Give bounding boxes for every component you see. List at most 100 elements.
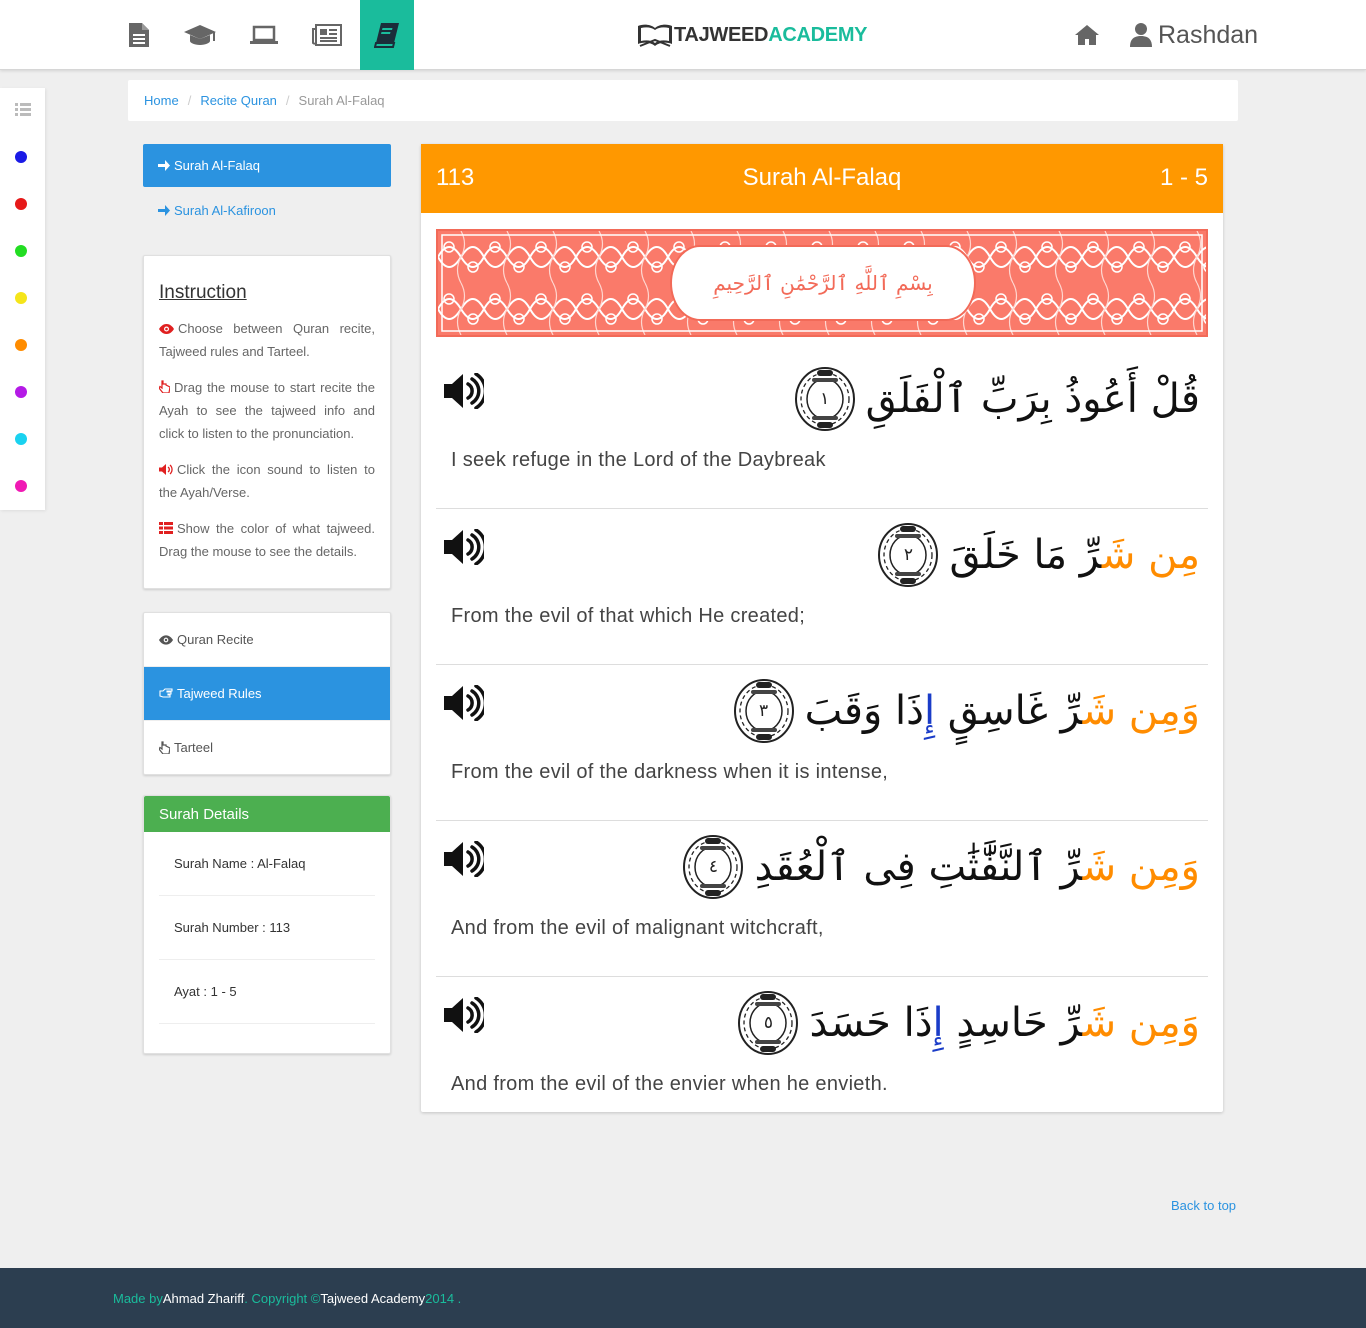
back-to-top-link[interactable]: Back to top [1171, 1198, 1236, 1213]
breadcrumb: Home / Recite Quran / Surah Al-Falaq [128, 80, 1238, 121]
tajweed-highlight[interactable]: إِ [933, 1000, 944, 1046]
ayah-arabic-text[interactable]: وَمِن شَرِّ غَاسِقٍ إِذَا وَقَبَ ٣ [733, 669, 1200, 753]
ayah-row[interactable]: وَمِن شَرِّ حَاسِدٍ إِذَا حَسَدَ ٥ And fro… [436, 977, 1208, 1133]
home-button[interactable] [1072, 20, 1102, 50]
nav-news-button[interactable] [300, 0, 354, 70]
ayah-segment[interactable]: رِّ مَا خَلَقَ [949, 532, 1101, 578]
table-list-icon [159, 522, 173, 534]
ayah-segment[interactable]: رِّ غَاسِقٍ [935, 688, 1083, 734]
user-icon [1130, 23, 1152, 47]
speaker-icon [444, 684, 488, 722]
tajweed-color-dot[interactable] [15, 198, 27, 210]
tajweed-highlight[interactable]: وَمِن [1129, 1000, 1200, 1046]
breadcrumb-current: Surah Al-Falaq [298, 93, 385, 108]
bismillah-text: بِسْمِ ٱللَّهِ ٱلرَّحْمَٰنِ ٱلرَّحِيمِ [713, 271, 933, 295]
ayah-number-medallion: ١ [794, 366, 856, 432]
tajweed-highlight[interactable]: شَ [1083, 1000, 1129, 1046]
ayah-row[interactable]: وَمِن شَرِّ ٱلنَّفَّٰثَٰتِ فِى ٱلْعُقَدِ… [436, 821, 1208, 977]
footer-copyright: . Copyright © [244, 1290, 321, 1306]
ayah-segment[interactable]: قُلْ أَعُوذُ بِرَبِّ ٱلْفَلَقِ [866, 376, 1200, 422]
hand-pointer-icon [159, 741, 170, 754]
ayah-verse[interactable]: وَمِن شَرِّ حَاسِدٍ إِذَا حَسَدَ [809, 1000, 1200, 1046]
instruction-text: Click the icon sound to listen to the Ay… [159, 462, 375, 500]
brand-name-part2: ACADEMY [768, 23, 868, 46]
nav-laptop-button[interactable] [237, 0, 291, 70]
tajweed-highlight[interactable]: شَ [1083, 688, 1129, 734]
ayah-number-medallion: ٣ [733, 678, 795, 744]
play-ayah-button[interactable] [444, 996, 488, 1034]
tajweed-highlight[interactable]: إِ [924, 688, 935, 734]
surah-card-header: Surah Al-Falaq 113 1 - 5 [421, 144, 1223, 213]
ayah-verse[interactable]: وَمِن شَرِّ ٱلنَّفَّٰثَٰتِ فِى ٱلْعُقَدِ [754, 844, 1200, 890]
mode-quran-recite[interactable]: Quran Recite [144, 613, 390, 667]
ayah-number: ٢ [903, 545, 914, 565]
surah-card: Surah Al-Falaq 113 1 - 5 بِسْمِ ٱللَّهِ … [421, 144, 1223, 1112]
tajweed-color-dot[interactable] [15, 339, 27, 351]
tajweed-highlight[interactable]: مِن [1148, 532, 1200, 578]
ayah-segment[interactable]: رِّ حَاسِدٍ [944, 1000, 1082, 1046]
ayah-translation: And from the evil of malignant witchcraf… [451, 917, 824, 939]
tajweed-highlight[interactable]: شَ [1083, 844, 1129, 890]
tajweed-color-dot[interactable] [15, 292, 27, 304]
ayah-arabic-text[interactable]: مِن شَرِّ مَا خَلَقَ ٢ [877, 513, 1200, 597]
surah-details-panel: Surah Details Surah Name : Al-Falaq Sura… [143, 795, 391, 1054]
tajweed-color-dot[interactable] [15, 433, 27, 445]
speaker-icon [444, 528, 488, 566]
bismillah-frame: بِسْمِ ٱللَّهِ ٱلرَّحْمَٰنِ ٱلرَّحِيمِ [670, 245, 976, 321]
user-menu[interactable]: Rashdan [1130, 18, 1258, 52]
ayah-row[interactable]: وَمِن شَرِّ غَاسِقٍ إِذَا وَقَبَ ٣ From th… [436, 665, 1208, 821]
tajweed-color-dot[interactable] [15, 480, 27, 492]
footer-org[interactable]: Tajweed Academy [320, 1291, 425, 1306]
footer-author[interactable]: Ahmad Zhariff [163, 1291, 244, 1306]
ayah-row[interactable]: مِن شَرِّ مَا خَلَقَ ٢ From the evil of th… [436, 509, 1208, 665]
tajweed-color-dot[interactable] [15, 386, 27, 398]
play-ayah-button[interactable] [444, 528, 488, 566]
brand-logo[interactable]: TAJWEED ACADEMY [636, 20, 868, 50]
tajweed-highlight[interactable]: وَمِن [1129, 844, 1200, 890]
nav-quran-button[interactable] [360, 0, 414, 70]
ayah-arabic-text[interactable]: وَمِن شَرِّ ٱلنَّفَّٰثَٰتِ فِى ٱلْعُقَدِ… [682, 825, 1200, 909]
surah-link-al-falaq[interactable]: Surah Al-Falaq [143, 144, 391, 187]
ayah-translation: And from the evil of the envier when he … [451, 1073, 888, 1095]
ayah-segment[interactable]: ذَا حَسَدَ [809, 1000, 932, 1046]
breadcrumb-separator: / [285, 93, 290, 108]
nav-learning-button[interactable] [173, 0, 227, 70]
ayah-verse[interactable]: وَمِن شَرِّ غَاسِقٍ إِذَا وَقَبَ [805, 688, 1200, 734]
play-ayah-button[interactable] [444, 684, 488, 722]
brand-name-part1: TAJWEED [674, 23, 769, 46]
ayah-verse[interactable]: مِن شَرِّ مَا خَلَقَ [949, 532, 1200, 578]
ayah-row[interactable]: قُلْ أَعُوذُ بِرَبِّ ٱلْفَلَقِ ١ I seek re… [436, 353, 1208, 509]
tajweed-color-dot[interactable] [15, 151, 27, 163]
ayah-segment[interactable]: ذَا وَقَبَ [805, 688, 924, 734]
surah-name-row: Surah Name : Al-Falaq [159, 832, 375, 896]
mode-tarteel[interactable]: Tarteel [144, 721, 390, 774]
ayah-range: 1 - 5 [1159, 164, 1208, 191]
surah-number-row: Surah Number : 113 [159, 896, 375, 960]
tajweed-highlight[interactable]: شَ [1102, 532, 1148, 578]
ayah-arabic-text[interactable]: قُلْ أَعُوذُ بِرَبِّ ٱلْفَلَقِ ١ [794, 357, 1200, 441]
instruction-title: Instruction [159, 282, 247, 303]
eye-icon [159, 324, 174, 334]
play-ayah-button[interactable] [444, 840, 488, 878]
home-icon [1075, 25, 1099, 45]
mode-tajweed-rules[interactable]: Tajweed Rules [144, 667, 390, 721]
footer: Made by Ahmad Zhariff . Copyright © Tajw… [0, 1268, 1366, 1328]
arrow-right-icon [158, 160, 170, 171]
play-ayah-button[interactable] [444, 372, 488, 410]
ayah-translation: I seek refuge in the Lord of the Daybrea… [451, 449, 826, 471]
ayah-arabic-text[interactable]: وَمِن شَرِّ حَاسِدٍ إِذَا حَسَدَ ٥ [737, 981, 1200, 1065]
breadcrumb-recite-link[interactable]: Recite Quran [200, 93, 277, 108]
ayah-number: ٥ [763, 1013, 774, 1033]
surah-link-label: Surah Al-Kafiroon [174, 203, 276, 218]
surah-link-al-kafiroon[interactable]: Surah Al-Kafiroon [143, 189, 391, 232]
ayah-segment[interactable]: رِّ ٱلنَّفَّٰثَٰتِ فِى ٱلْعُقَدِ [754, 844, 1082, 890]
breadcrumb-home-link[interactable]: Home [144, 93, 179, 108]
hand-pointer-icon [159, 380, 170, 393]
nav-document-button[interactable] [112, 0, 166, 70]
list-icon[interactable] [15, 102, 31, 116]
tajweed-highlight[interactable]: وَمِن [1129, 688, 1200, 734]
tajweed-color-dot[interactable] [15, 245, 27, 257]
ayah-verse[interactable]: قُلْ أَعُوذُ بِرَبِّ ٱلْفَلَقِ [866, 376, 1200, 422]
book-icon [374, 23, 399, 48]
graduation-cap-icon [184, 25, 216, 45]
